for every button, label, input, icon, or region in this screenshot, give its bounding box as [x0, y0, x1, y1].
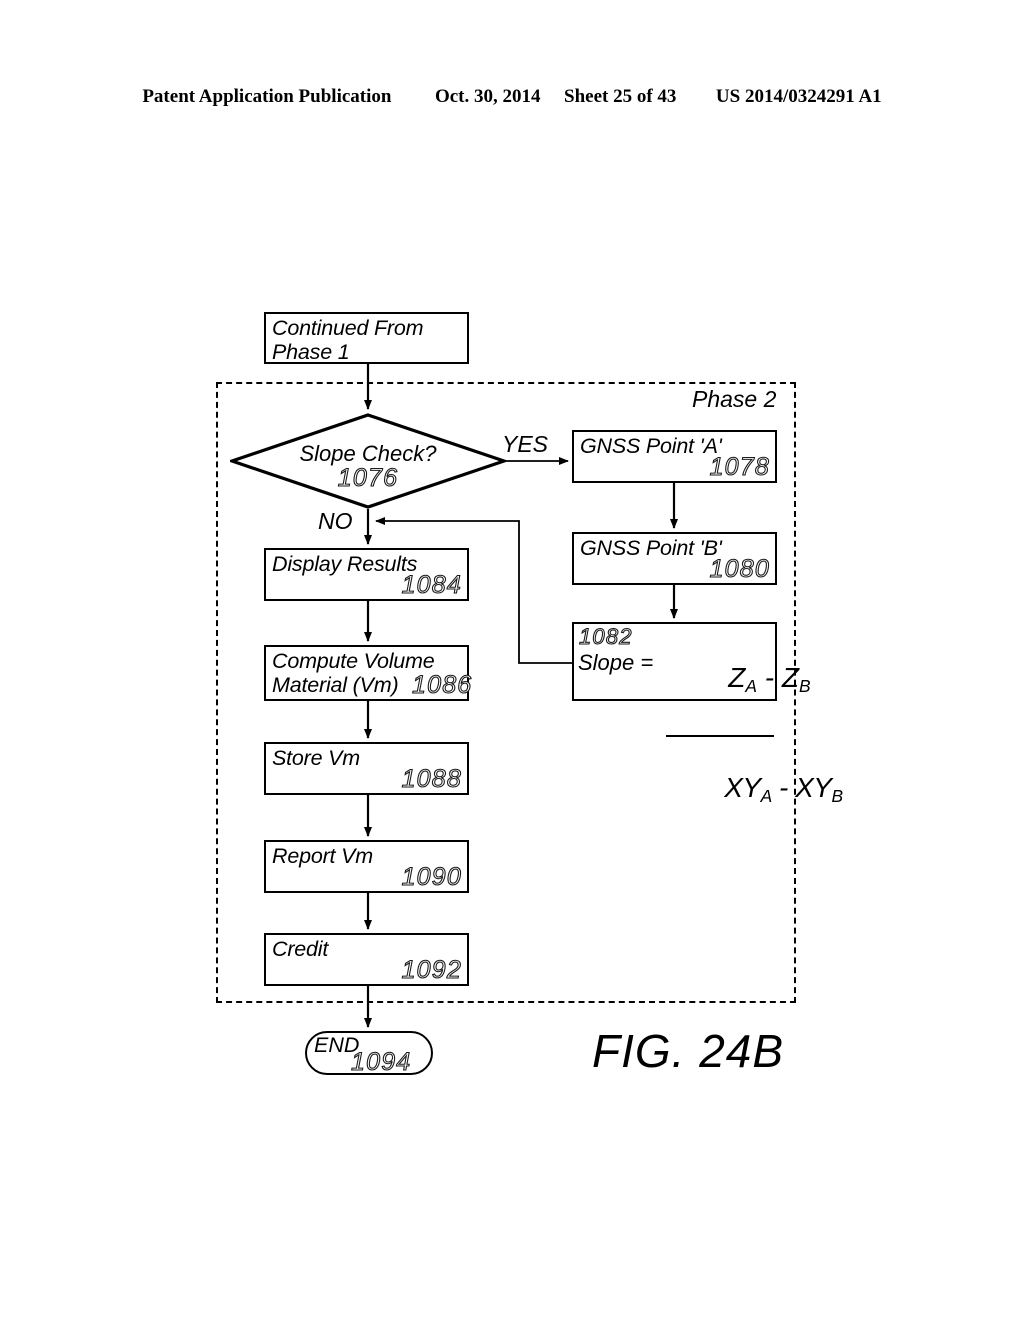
- node-continued-from-phase-1[interactable]: Continued From Phase 1: [264, 312, 469, 364]
- store-vm-ref: 1088: [401, 765, 462, 793]
- node-credit[interactable]: Credit 1092: [264, 933, 469, 986]
- slope-formula-fraction: ZA - ZB XYA - XYB: [666, 630, 843, 847]
- slope-formula-numerator: ZA - ZB: [666, 630, 810, 734]
- node-gnss-point-b[interactable]: GNSS Point 'B' 1080: [572, 532, 777, 585]
- edge-label-no: NO: [318, 508, 353, 534]
- gnss-a-ref: 1078: [709, 453, 770, 481]
- gnss-a-label: GNSS Point 'A': [580, 434, 722, 458]
- denominator-xy-b: XY: [795, 772, 832, 804]
- compute-volume-line-2: Material (Vm): [272, 673, 399, 697]
- node-display-results[interactable]: Display Results 1084: [264, 548, 469, 601]
- display-results-ref: 1084: [401, 571, 462, 599]
- store-vm-label: Store Vm: [272, 746, 361, 770]
- edge-label-yes: YES: [502, 431, 549, 457]
- node-end-terminal[interactable]: END 1094: [305, 1031, 433, 1075]
- node-gnss-point-a[interactable]: GNSS Point 'A' 1078: [572, 430, 777, 483]
- node-slope-check-decision[interactable]: Slope Check? 1076: [227, 413, 509, 509]
- gnss-b-label: GNSS Point 'B': [580, 536, 722, 560]
- end-ref: 1094: [350, 1048, 412, 1076]
- denominator-xy-a: XY: [724, 772, 761, 804]
- numerator-z-a: Z: [728, 662, 746, 693]
- report-vm-label: Report Vm: [272, 844, 373, 868]
- credit-label: Credit: [272, 937, 329, 961]
- node-slope-formula[interactable]: 1082 Slope = ZA - ZB XYA - XYB: [572, 622, 843, 806]
- credit-ref: 1092: [401, 956, 462, 984]
- denominator-sub-a: A: [760, 786, 773, 807]
- phase-2-label: Phase 2: [692, 386, 777, 412]
- report-vm-ref: 1090: [401, 863, 462, 891]
- denominator-sub-b: B: [831, 786, 843, 807]
- display-results-label: Display Results: [272, 552, 418, 576]
- numerator-sub-b: B: [798, 675, 811, 696]
- slope-formula-denominator: XYA - XYB: [666, 737, 843, 847]
- slope-check-ref: 1076: [337, 464, 399, 492]
- continued-line-1: Continued From: [272, 316, 424, 340]
- numerator-sub-a: A: [745, 675, 757, 696]
- node-report-vm[interactable]: Report Vm 1090: [264, 840, 469, 893]
- numerator-minus: -: [756, 662, 782, 693]
- node-store-vm[interactable]: Store Vm 1088: [264, 742, 469, 795]
- patent-figure-24b: Phase 2 Continued From Phase 1 Slope Che…: [0, 0, 1024, 1320]
- compute-volume-ref: 1086: [411, 671, 473, 699]
- node-compute-volume-material[interactable]: Compute Volume Material (Vm) 1086: [264, 645, 473, 701]
- continued-line-2: Phase 1: [272, 340, 350, 364]
- slope-formula-ref: 1082: [578, 623, 633, 649]
- gnss-b-ref: 1080: [709, 555, 770, 583]
- numerator-z-b: Z: [781, 662, 799, 693]
- slope-formula-lhs: Slope =: [578, 650, 654, 675]
- compute-volume-line-1: Compute Volume: [272, 649, 435, 673]
- figure-caption: FIG. 24B: [592, 1025, 785, 1077]
- denominator-minus: -: [771, 772, 796, 804]
